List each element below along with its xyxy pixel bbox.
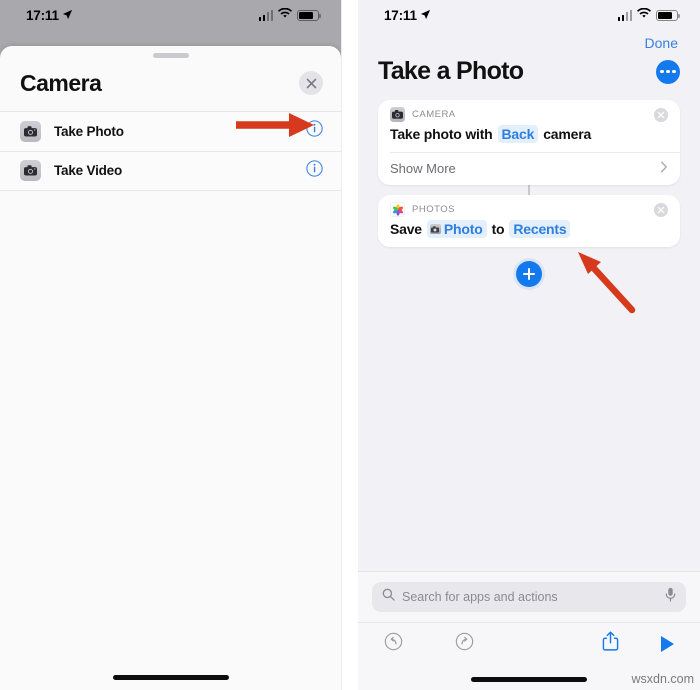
search-placeholder: Search for apps and actions <box>402 590 558 604</box>
card-text-prefix: Take photo with <box>390 126 493 142</box>
location-arrow-icon <box>62 8 73 23</box>
list-item-label: Take Photo <box>54 123 124 139</box>
remove-circle-icon[interactable] <box>654 107 668 122</box>
status-bar-time: 17:11 <box>384 7 417 23</box>
card-kicker: CAMERA <box>412 109 456 120</box>
remove-circle-icon[interactable] <box>654 202 668 217</box>
play-icon[interactable] <box>661 635 674 652</box>
ellipsis-circle-icon[interactable] <box>656 59 680 84</box>
card-text-suffix: camera <box>543 126 592 142</box>
camera-app-icon <box>20 160 41 181</box>
battery-icon <box>297 9 321 21</box>
camera-app-icon <box>20 120 41 142</box>
left-status-bar: 17:11 <box>0 0 341 30</box>
status-bar-indicators <box>258 6 321 24</box>
right-phone-screen: 17:11 Done Take a Photo CAMERA Take phot… <box>358 0 700 690</box>
list-item-label: Take Video <box>54 163 123 178</box>
search-row: Search for apps and actions <box>358 571 700 622</box>
editor-toolbar <box>358 622 700 664</box>
sheet-title: Camera <box>20 69 102 96</box>
show-more-row[interactable]: Show More <box>378 153 680 185</box>
card-header: PHOTOS <box>378 195 680 218</box>
card-header: CAMERA <box>378 100 680 123</box>
wifi-icon <box>278 6 292 24</box>
parameter-token-back[interactable]: Back <box>497 125 539 143</box>
done-button[interactable]: Done <box>645 35 678 51</box>
info-circle-icon[interactable] <box>306 120 323 142</box>
sheet-header: Camera <box>0 58 341 111</box>
card-connector-line <box>528 185 530 195</box>
action-card-photos[interactable]: PHOTOS Save Photo to Recents <box>378 195 680 247</box>
wifi-icon <box>637 6 651 24</box>
location-arrow-icon <box>420 8 431 23</box>
site-watermark: wsxdn.com <box>631 672 694 686</box>
add-action-button[interactable] <box>516 261 542 287</box>
variable-token-photo[interactable]: Photo <box>426 220 487 238</box>
list-item-take-photo[interactable]: Take Photo <box>0 110 341 151</box>
home-indicator <box>471 677 587 682</box>
show-more-label: Show More <box>390 161 456 176</box>
camera-variable-icon <box>429 224 441 234</box>
status-bar-time: 17:11 <box>26 7 59 23</box>
search-input[interactable]: Search for apps and actions <box>372 582 686 612</box>
card-body-camera: Take photo with Back camera <box>378 123 680 152</box>
cellular-signal-icon <box>617 9 632 21</box>
search-icon <box>382 588 395 606</box>
list-item-take-video[interactable]: Take Video <box>0 150 341 191</box>
camera-action-sheet: Camera Take Photo Take Video <box>0 46 341 690</box>
card-kicker: PHOTOS <box>412 204 455 215</box>
card-body-photos: Save Photo to Recents <box>378 218 680 247</box>
microphone-icon[interactable] <box>665 587 676 607</box>
cellular-signal-icon <box>258 9 273 21</box>
status-bar-indicators <box>617 6 680 24</box>
shortcut-header: Take a Photo <box>358 51 700 86</box>
undo-icon[interactable] <box>384 632 403 656</box>
card-text-middle: to <box>491 221 505 237</box>
battery-icon <box>656 9 680 21</box>
redo-icon[interactable] <box>455 632 474 656</box>
chevron-right-icon <box>660 161 668 176</box>
status-bar-time-group: 17:11 <box>384 8 431 23</box>
photos-app-icon <box>390 202 405 217</box>
action-card-camera[interactable]: CAMERA Take photo with Back camera Show … <box>378 100 680 185</box>
done-row: Done <box>358 30 700 51</box>
home-indicator <box>112 675 229 680</box>
left-phone-screen: 17:11 Cancel Next <box>0 0 342 690</box>
camera-app-icon <box>390 107 405 122</box>
close-icon[interactable] <box>299 71 323 95</box>
variable-token-label: Photo <box>443 221 483 237</box>
action-cards: CAMERA Take photo with Back camera Show … <box>358 86 700 287</box>
camera-action-list: Take Photo Take Video <box>0 110 341 191</box>
status-bar-time-group: 17:11 <box>26 8 73 23</box>
share-icon[interactable] <box>602 631 619 656</box>
info-circle-icon[interactable] <box>306 159 323 182</box>
card-text-prefix: Save <box>390 221 422 237</box>
parameter-token-recents[interactable]: Recents <box>509 220 571 238</box>
screenshot-stage: 17:11 Cancel Next <box>0 0 700 690</box>
right-status-bar: 17:11 <box>358 0 700 30</box>
page-title: Take a Photo <box>378 57 524 85</box>
